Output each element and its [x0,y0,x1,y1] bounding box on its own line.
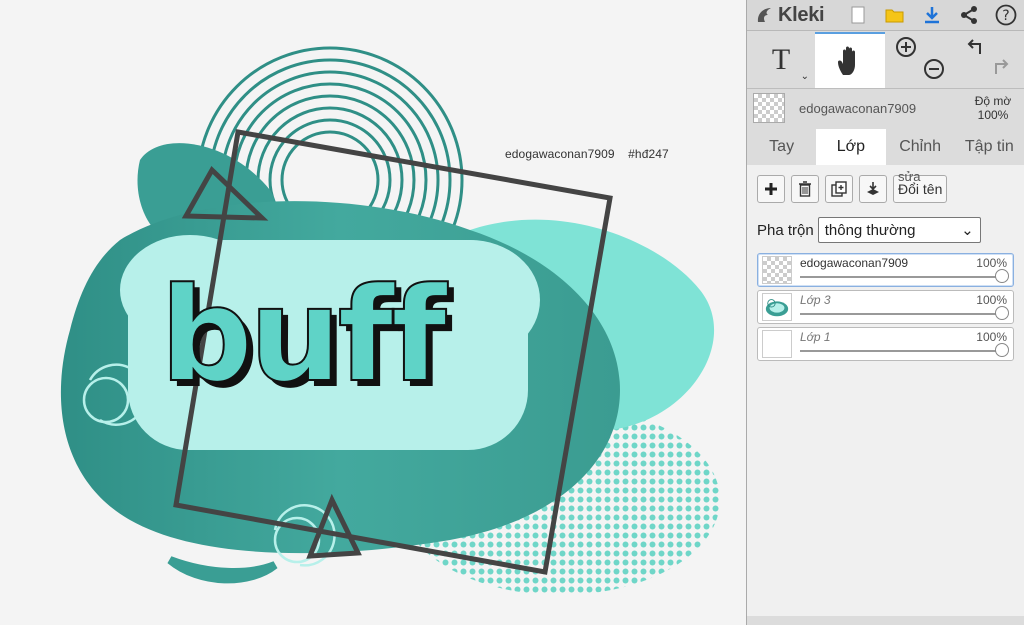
zoom-controls [885,32,955,88]
layer-item[interactable]: Lớp 1 100% [757,327,1014,361]
delete-layer-button[interactable] [791,175,819,203]
trash-icon [799,181,811,197]
layers-panel: sửa Đổi tên Pha trộn thông thường ⌄ edog… [747,165,1024,616]
redo-icon[interactable] [991,56,1013,78]
layer-name: edogawaconan7909 [800,256,909,270]
panel-tabs: Tay Lớp Chỉnh Tập tin [747,129,1024,165]
text-tool-icon: T [771,43,791,76]
tab-layers[interactable]: Lớp [816,129,886,165]
layer-thumbnail [762,293,792,321]
layer-opacity: 100% [976,293,1007,307]
layer-thumbnail [762,330,792,358]
undo-redo-controls [955,32,1023,88]
share-icon [960,6,977,24]
rename-small-label: sửa [898,169,921,184]
current-layer-info: edogawaconan7909 Độ mờ 100% [747,89,1024,127]
zoom-in-icon[interactable] [895,36,917,58]
layer-item[interactable]: edogawaconan7909 100% [757,253,1014,287]
layer-opacity-slider[interactable] [800,343,1009,357]
layer-thumbnail [762,256,792,284]
svg-text:?: ? [1002,8,1009,24]
tab-edit[interactable]: Chỉnh [886,129,955,165]
layer-list: edogawaconan7909 100% Lớp 3 100% Lớp 1 1… [757,253,1014,361]
layer-item[interactable]: Lớp 3 100% [757,290,1014,324]
layer-name: Lớp 1 [800,330,831,344]
duplicate-layer-button[interactable] [825,175,853,203]
slider-knob[interactable] [995,306,1009,320]
zoom-out-icon[interactable] [923,58,945,80]
tab-file[interactable]: Tập tin [955,129,1024,165]
blend-mode-select[interactable]: thông thường ⌄ [817,217,981,243]
artwork: buff buff [60,46,720,595]
opacity-value: 100% [977,108,1009,122]
current-layer-opacity: Độ mờ 100% [968,94,1018,122]
text-tool-button[interactable]: T ⌄ [747,32,815,88]
download-icon [924,7,939,24]
app-name: Kleki [778,3,825,26]
slider-knob[interactable] [995,343,1009,357]
add-layer-button[interactable] [757,175,785,203]
help-button[interactable]: ? [987,0,1024,30]
new-file-button[interactable] [839,0,876,30]
caption-user: edogawaconan7909 [505,147,615,161]
artwork-caption: edogawaconan7909 #hđ247 [505,147,679,161]
merge-layer-button[interactable] [859,175,887,203]
chevron-down-icon[interactable]: ⌄ [801,71,809,82]
svg-text:buff: buff [160,259,448,411]
new-file-icon [851,6,864,24]
teal-swoosh [167,556,278,584]
current-layer-thumbnail [753,93,785,123]
undo-icon[interactable] [965,36,987,58]
tool-bar: T ⌄ [747,31,1024,89]
layer-opacity-slider[interactable] [800,269,1009,283]
save-button[interactable] [913,0,950,30]
top-bar: Kleki ? [747,0,1024,31]
blend-mode-value: thông thường [824,221,916,239]
buff-lettering: buff buff [159,258,458,417]
kleki-logo[interactable]: Kleki [747,4,839,27]
side-panel: Kleki ? T ⌄ edogawaconan7909 Độ mờ 100% … [746,0,1024,625]
blend-mode-label: Pha trộn [757,221,814,239]
kleki-logo-icon [757,8,771,22]
hand-icon [838,46,855,75]
layer-opacity: 100% [976,330,1007,344]
layer-actions: sửa Đổi tên [757,169,1014,207]
layer-opacity: 100% [976,256,1007,270]
opacity-label: Độ mờ [974,94,1012,108]
rename-layer-button[interactable]: sửa Đổi tên [893,169,948,203]
hand-tool-button[interactable] [815,32,885,88]
layer-name: Lớp 3 [800,293,831,307]
duplicate-icon [831,181,847,197]
help-icon: ? [995,4,1016,26]
caption-tag: #hđ247 [628,147,669,161]
folder-icon [885,9,903,23]
drawing-canvas[interactable]: buff buff edogawaconan7909 #hđ247 [0,0,746,625]
open-file-button[interactable] [876,0,913,30]
slider-knob[interactable] [995,269,1009,283]
tab-brush[interactable]: Tay [747,129,816,165]
share-button[interactable] [950,0,987,30]
plus-icon [765,183,777,195]
merge-down-icon [867,182,879,195]
layer-opacity-slider[interactable] [800,306,1009,320]
chevron-down-icon: ⌄ [961,222,974,239]
blend-mode-row: Pha trộn thông thường ⌄ [757,215,1014,245]
current-layer-name: edogawaconan7909 [799,100,917,116]
